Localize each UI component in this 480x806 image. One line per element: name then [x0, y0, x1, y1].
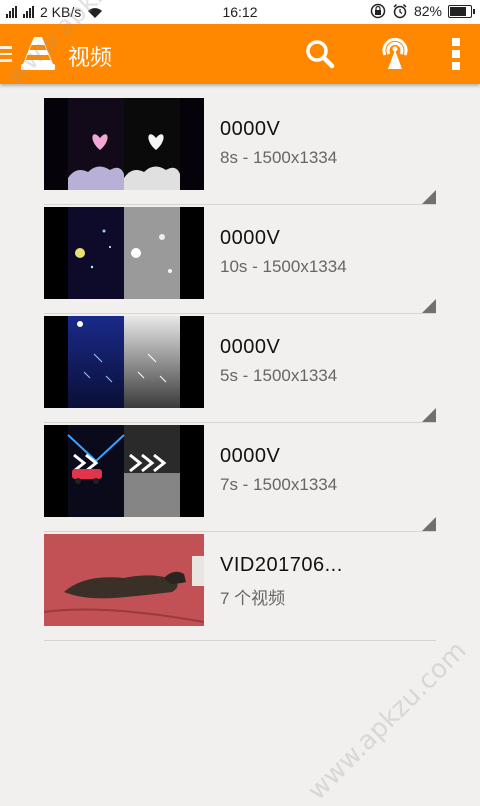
search-icon [306, 40, 335, 69]
video-item[interactable]: 0000V 5s - 1500x1334 [44, 314, 436, 423]
more-options-button[interactable] [436, 34, 476, 74]
video-thumbnail [44, 207, 204, 299]
vlc-cone-icon [21, 37, 55, 70]
status-bar: 2 KB/s 16:12 82% [0, 0, 480, 24]
video-meta: 7s - 1500x1334 [220, 475, 338, 494]
app-bar: 视频 [0, 24, 480, 84]
watermark: www.apkzu.com [302, 635, 473, 806]
item-menu-icon[interactable] [422, 299, 436, 313]
video-thumbnail [44, 534, 204, 626]
folder-item[interactable]: VID201706... 7 个视频 [44, 532, 436, 641]
video-item[interactable]: 0000V 8s - 1500x1334 [44, 96, 436, 205]
battery-percent: 82% [413, 3, 442, 19]
video-meta: 5s - 1500x1334 [220, 366, 338, 385]
video-meta: 8s - 1500x1334 [220, 148, 338, 167]
video-thumbnail [44, 316, 204, 408]
clock: 16:12 [222, 4, 258, 20]
alarm-icon [393, 3, 407, 19]
video-title: 0000V [220, 445, 281, 467]
item-menu-icon[interactable] [422, 517, 436, 531]
video-item[interactable]: 0000V 7s - 1500x1334 [44, 423, 436, 532]
more-vert-icon [452, 38, 460, 70]
menu-icon[interactable] [0, 46, 14, 62]
battery-icon [448, 4, 475, 18]
video-title: 0000V [220, 118, 281, 140]
item-menu-icon[interactable] [422, 408, 436, 422]
search-button[interactable] [300, 34, 340, 74]
renderer-button[interactable] [375, 34, 415, 74]
video-title: 0000V [220, 227, 281, 249]
video-thumbnail [44, 98, 204, 190]
page-title: 视频 [68, 46, 113, 71]
video-meta: 10s - 1500x1334 [220, 257, 347, 276]
folder-title: VID201706... [220, 554, 343, 576]
video-thumbnail [44, 425, 204, 517]
video-title: 0000V [220, 336, 281, 358]
broadcast-icon [382, 37, 408, 69]
video-list: 0000V 8s - 1500x1334 0000V 10s - 1500x13… [44, 96, 436, 641]
lock-rotation-icon [370, 3, 386, 19]
folder-meta: 7 个视频 [220, 589, 286, 608]
item-menu-icon[interactable] [422, 190, 436, 204]
video-item[interactable]: 0000V 10s - 1500x1334 [44, 205, 436, 314]
